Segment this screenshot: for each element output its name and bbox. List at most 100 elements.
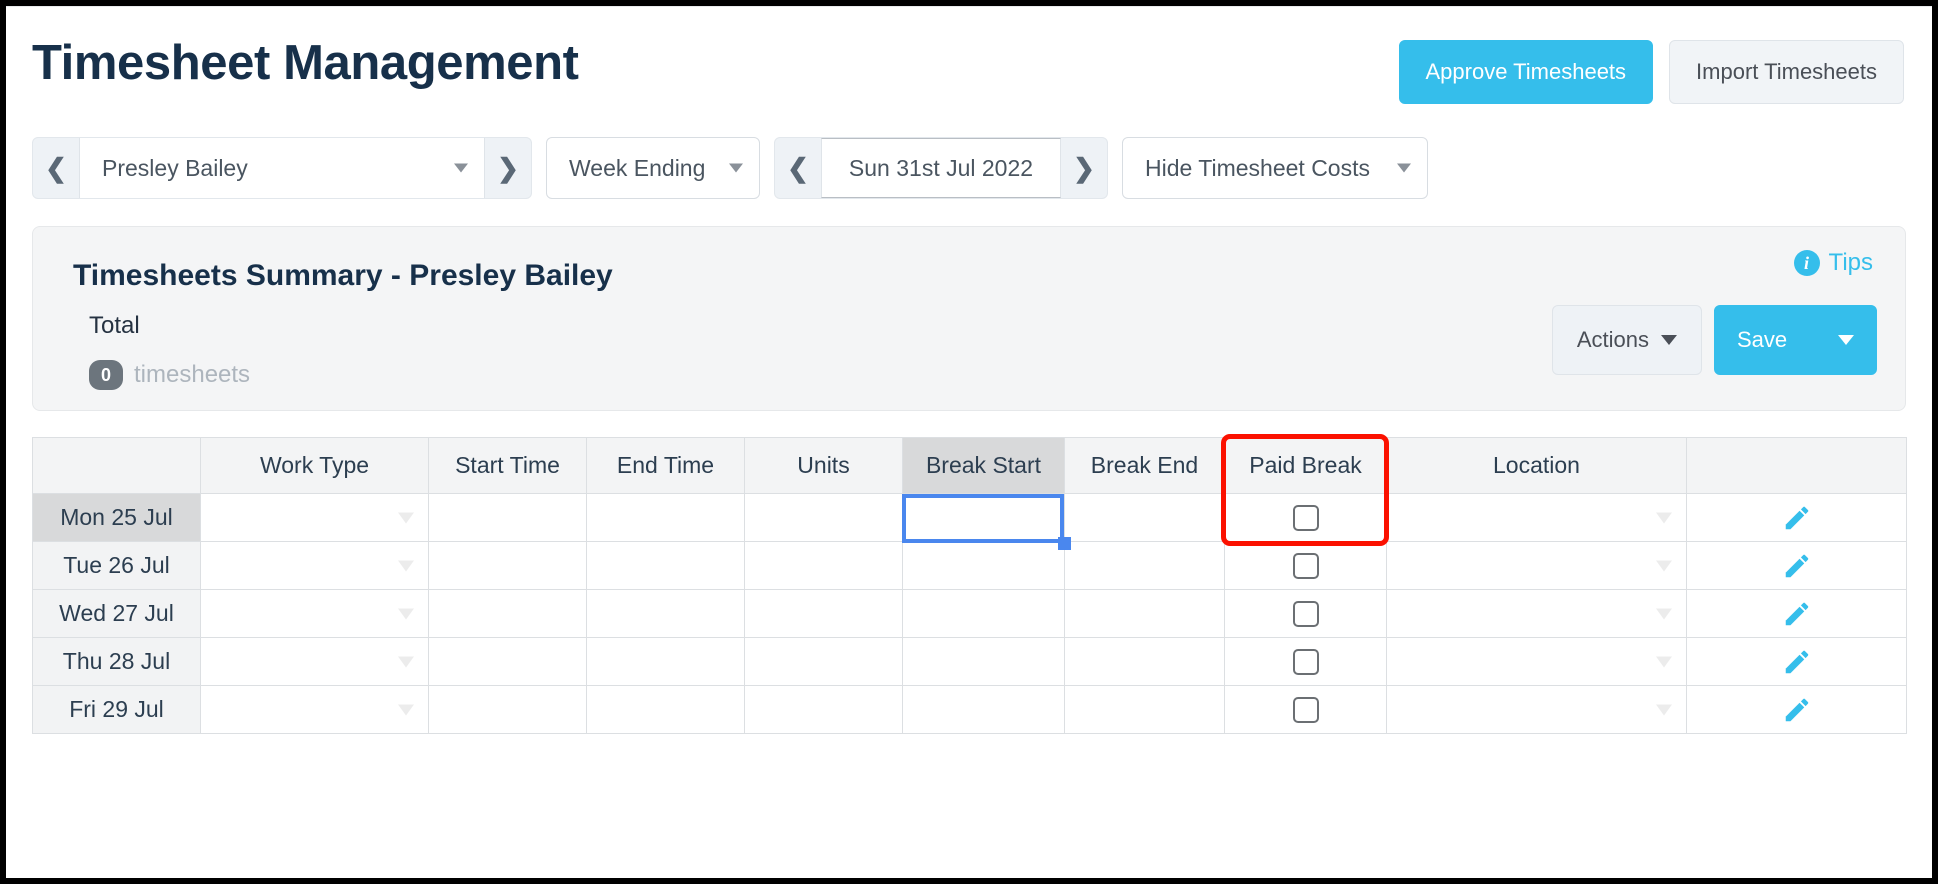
timesheet-count-label: timesheets xyxy=(134,361,251,388)
period-value[interactable]: Sun 31st Jul 2022 xyxy=(821,138,1061,198)
break-end-cell[interactable] xyxy=(1064,685,1225,734)
save-button[interactable]: Save xyxy=(1714,305,1877,375)
row-edit-cell[interactable] xyxy=(1686,493,1907,542)
column-header-end_time[interactable]: End Time xyxy=(586,437,745,494)
chevron-down-icon xyxy=(1656,656,1672,667)
work-type-cell[interactable] xyxy=(200,637,429,686)
column-header-start_time[interactable]: Start Time xyxy=(428,437,587,494)
paid-break-cell[interactable] xyxy=(1224,589,1387,638)
column-header-edit[interactable] xyxy=(1686,437,1907,494)
chevron-down-icon[interactable] xyxy=(1838,335,1854,345)
period-type-dropdown[interactable]: Week Ending xyxy=(546,137,760,199)
break-start-cell[interactable] xyxy=(902,589,1065,638)
work-type-cell[interactable] xyxy=(200,541,429,590)
column-header-units[interactable]: Units xyxy=(744,437,903,494)
next-employee-button[interactable]: ❯ xyxy=(485,138,531,198)
break-start-cell[interactable] xyxy=(902,493,1065,542)
units-cell[interactable] xyxy=(744,493,903,542)
column-header-label: Break Start xyxy=(925,452,1042,478)
end-time-cell[interactable] xyxy=(586,685,745,734)
row-edit-cell[interactable] xyxy=(1686,685,1907,734)
row-edit-cell[interactable] xyxy=(1686,589,1907,638)
previous-employee-button[interactable]: ❮ xyxy=(33,138,79,198)
paid-break-cell[interactable] xyxy=(1224,493,1387,542)
table-row: Thu 28 Jul xyxy=(32,637,1907,686)
timesheet-grid: Work Type Start Time End Time Units Break St… xyxy=(32,437,1907,734)
timesheet-grid-container: Work Type Start Time End Time Units Break St… xyxy=(32,434,1907,734)
break-start-cell[interactable] xyxy=(902,637,1065,686)
next-period-button[interactable]: ❯ xyxy=(1061,138,1107,198)
pencil-icon[interactable] xyxy=(1782,503,1812,533)
pencil-icon[interactable] xyxy=(1782,551,1812,581)
paid-break-checkbox[interactable] xyxy=(1292,648,1319,675)
day-label-cell: Tue 26 Jul xyxy=(32,541,201,590)
pencil-icon[interactable] xyxy=(1782,599,1812,629)
column-header-paid_break[interactable]: Paid Break xyxy=(1224,437,1387,494)
approve-timesheets-button[interactable]: Approve Timesheets xyxy=(1398,40,1654,104)
actions-button[interactable]: Actions xyxy=(1551,305,1702,375)
pencil-icon[interactable] xyxy=(1782,695,1812,725)
summary-total-label: Total xyxy=(89,312,140,339)
start-time-cell[interactable] xyxy=(428,589,587,638)
break-end-cell[interactable] xyxy=(1064,493,1225,542)
work-type-cell[interactable] xyxy=(200,589,429,638)
tips-link[interactable]: i Tips xyxy=(1793,249,1873,277)
column-header-label: Work Type xyxy=(259,452,370,478)
day-label-cell: Mon 25 Jul xyxy=(32,493,201,542)
end-time-cell[interactable] xyxy=(586,541,745,590)
work-type-cell[interactable] xyxy=(200,493,429,542)
column-header-break_end[interactable]: Break End xyxy=(1064,437,1225,494)
column-header-location[interactable]: Location xyxy=(1386,437,1687,494)
paid-break-checkbox[interactable] xyxy=(1292,552,1319,579)
start-time-cell[interactable] xyxy=(428,541,587,590)
location-cell[interactable] xyxy=(1386,685,1687,734)
previous-period-button[interactable]: ❮ xyxy=(775,138,821,198)
summary-title: Timesheets Summary - Presley Bailey xyxy=(73,259,613,292)
units-cell[interactable] xyxy=(744,589,903,638)
paid-break-cell[interactable] xyxy=(1224,637,1387,686)
location-cell[interactable] xyxy=(1386,637,1687,686)
column-header-label: Start Time xyxy=(455,452,560,478)
employee-dropdown[interactable]: Presley Bailey xyxy=(79,138,485,198)
work-type-cell[interactable] xyxy=(200,685,429,734)
paid-break-cell[interactable] xyxy=(1224,685,1387,734)
column-header-label: Break End xyxy=(1090,452,1199,478)
end-time-cell[interactable] xyxy=(586,637,745,686)
actions-label: Actions xyxy=(1576,327,1649,352)
start-time-cell[interactable] xyxy=(428,493,587,542)
start-time-cell[interactable] xyxy=(428,685,587,734)
location-cell[interactable] xyxy=(1386,541,1687,590)
paid-break-checkbox[interactable] xyxy=(1292,504,1319,531)
column-header-day[interactable] xyxy=(32,437,201,494)
break-start-cell[interactable] xyxy=(902,541,1065,590)
location-cell[interactable] xyxy=(1386,589,1687,638)
location-cell[interactable] xyxy=(1386,493,1687,542)
row-edit-cell[interactable] xyxy=(1686,637,1907,686)
pencil-icon[interactable] xyxy=(1782,647,1812,677)
paid-break-checkbox[interactable] xyxy=(1292,696,1319,723)
break-end-cell[interactable] xyxy=(1064,541,1225,590)
column-header-work_type[interactable]: Work Type xyxy=(200,437,429,494)
column-header-break_start[interactable]: Break Start xyxy=(902,437,1065,494)
break-start-cell[interactable] xyxy=(902,685,1065,734)
timesheet-costs-label: Hide Timesheet Costs xyxy=(1145,154,1370,181)
paid-break-cell[interactable] xyxy=(1224,541,1387,590)
break-end-cell[interactable] xyxy=(1064,589,1225,638)
header-actions: Approve Timesheets Import Timesheets xyxy=(1398,40,1904,104)
row-edit-cell[interactable] xyxy=(1686,541,1907,590)
start-time-cell[interactable] xyxy=(428,637,587,686)
units-cell[interactable] xyxy=(744,637,903,686)
timesheet-costs-dropdown[interactable]: Hide Timesheet Costs xyxy=(1122,137,1428,199)
page-title: Timesheet Management xyxy=(32,36,579,90)
day-label-cell: Wed 27 Jul xyxy=(32,589,201,638)
page-header: Timesheet Management Approve Timesheets … xyxy=(6,6,1932,124)
end-time-cell[interactable] xyxy=(586,493,745,542)
column-header-label: Paid Break xyxy=(1249,452,1362,478)
end-time-cell[interactable] xyxy=(586,589,745,638)
table-row: Fri 29 Jul xyxy=(32,685,1907,734)
import-timesheets-button[interactable]: Import Timesheets xyxy=(1669,40,1904,104)
paid-break-checkbox[interactable] xyxy=(1292,600,1319,627)
units-cell[interactable] xyxy=(744,541,903,590)
units-cell[interactable] xyxy=(744,685,903,734)
break-end-cell[interactable] xyxy=(1064,637,1225,686)
